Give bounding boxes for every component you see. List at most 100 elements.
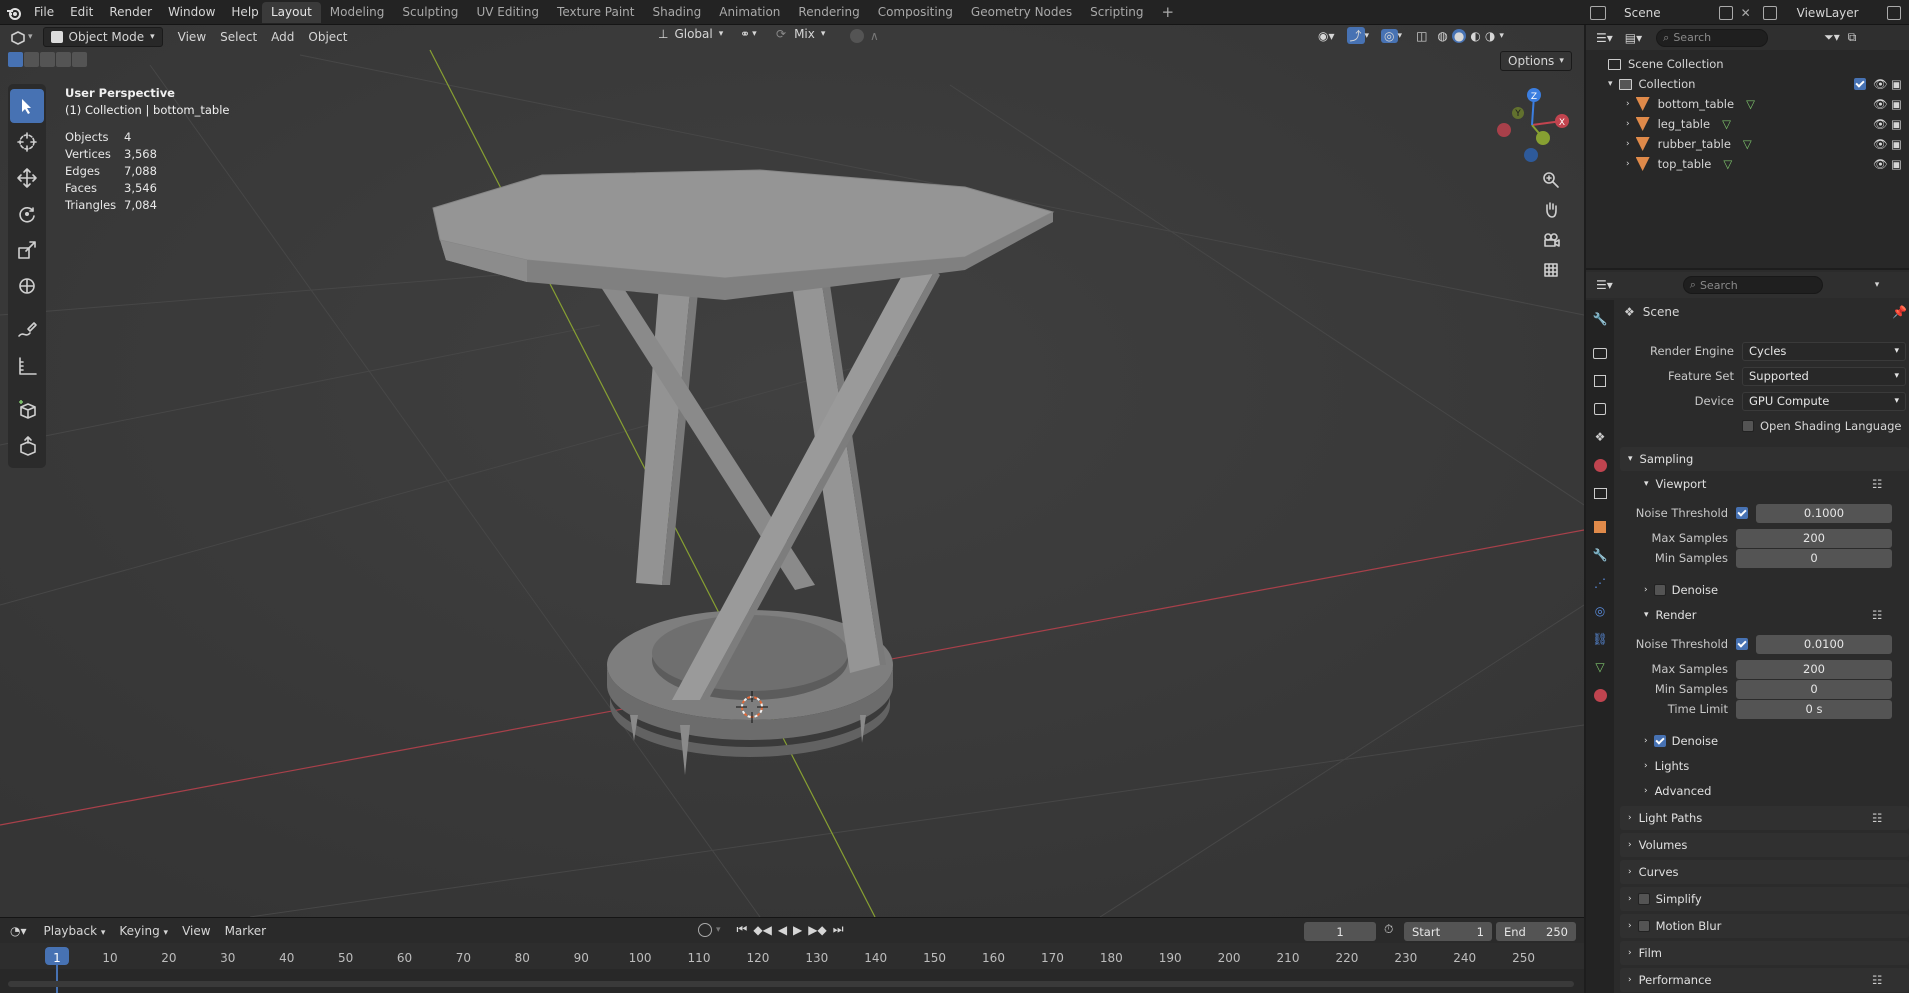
- new-scene-icon[interactable]: [1718, 5, 1733, 20]
- viewport-max-samples-field[interactable]: 200: [1736, 528, 1892, 548]
- device-dropdown[interactable]: GPU Compute ▾: [1742, 391, 1906, 411]
- start-frame-field[interactable]: Start 1: [1404, 922, 1492, 941]
- new-collection-icon[interactable]: ⧉: [1848, 30, 1857, 45]
- simplify-panel-header[interactable]: › Simplify: [1620, 887, 1909, 911]
- tab-uv-editing[interactable]: UV Editing: [467, 2, 548, 23]
- eye-icon[interactable]: 👁: [1873, 97, 1888, 111]
- advanced-subpanel-header[interactable]: › Advanced: [1620, 779, 1909, 803]
- xray-icon[interactable]: ◫: [1416, 29, 1427, 43]
- view-layer-tab-icon[interactable]: [1586, 395, 1614, 423]
- filter-icon[interactable]: ⏷▾: [1824, 30, 1840, 45]
- chevron-right-icon[interactable]: ›: [1626, 159, 1630, 169]
- outliner-object-bottom-table[interactable]: › bottom_table ▽ 👁 ▣: [1586, 94, 1909, 114]
- feature-set-dropdown[interactable]: Supported ▾: [1742, 366, 1906, 386]
- render-subpanel-header[interactable]: ▾ Render ☷: [1620, 603, 1909, 627]
- eye-icon[interactable]: 👁: [1873, 137, 1888, 151]
- presets-list-icon[interactable]: ☷: [1872, 973, 1882, 987]
- end-frame-field[interactable]: End 250: [1496, 922, 1576, 941]
- camera-icon[interactable]: ▣: [1891, 77, 1902, 91]
- proportional-edit-icon[interactable]: ∧: [850, 29, 879, 43]
- mesh-data-icon[interactable]: ▽: [1746, 97, 1755, 111]
- motion-blur-panel-header[interactable]: › Motion Blur: [1620, 914, 1909, 938]
- render-tab-icon[interactable]: [1586, 339, 1614, 367]
- viewport-denoise-header[interactable]: › Denoise: [1620, 578, 1909, 602]
- osl-checkbox[interactable]: [1742, 420, 1754, 432]
- blender-logo-icon[interactable]: [6, 5, 22, 24]
- scene-tab-icon[interactable]: ❖: [1586, 423, 1614, 451]
- eye-icon[interactable]: 👁: [1873, 77, 1888, 91]
- tool-tab-icon[interactable]: 🔧: [1586, 305, 1614, 333]
- gizmo-toggle-icon[interactable]: ⤴: [1346, 27, 1365, 44]
- menu-timeline-view[interactable]: View: [175, 921, 217, 941]
- tab-geometry-nodes[interactable]: Geometry Nodes: [962, 2, 1081, 23]
- camera-icon[interactable]: ▣: [1891, 157, 1902, 171]
- motion-blur-checkbox[interactable]: [1637, 920, 1650, 932]
- viewport-subpanel-header[interactable]: ▾ Viewport ☷: [1620, 472, 1909, 496]
- ortho-grid-icon[interactable]: [1538, 257, 1564, 283]
- view-layer-name[interactable]: ViewLayer: [1797, 6, 1859, 20]
- collection-tab-icon[interactable]: [1586, 479, 1614, 507]
- viewport-noise-threshold-checkbox[interactable]: [1736, 507, 1748, 519]
- camera-icon[interactable]: ▣: [1891, 137, 1902, 151]
- viewport-noise-threshold-field[interactable]: 0.1000: [1756, 503, 1892, 523]
- snap-dropdown[interactable]: ⟳ Mix ▾: [776, 27, 825, 41]
- menu-window[interactable]: Window: [160, 0, 223, 25]
- presets-list-icon[interactable]: ☷: [1872, 477, 1882, 491]
- output-tab-icon[interactable]: [1586, 367, 1614, 395]
- object-tab-icon[interactable]: [1586, 513, 1614, 541]
- render-denoise-checkbox[interactable]: [1653, 735, 1666, 747]
- curves-panel-header[interactable]: › Curves: [1620, 860, 1909, 884]
- prev-keyframe-icon[interactable]: ◆◀: [753, 923, 771, 937]
- add-cube-tool[interactable]: [10, 393, 44, 427]
- light-paths-panel-header[interactable]: › Light Paths ☷: [1620, 806, 1909, 830]
- timeline-editor-icon[interactable]: ◔▾: [10, 924, 27, 938]
- camera-icon[interactable]: ▣: [1891, 97, 1902, 111]
- modifiers-tab-icon[interactable]: 🔧: [1586, 541, 1614, 569]
- overlays-icon[interactable]: ◎: [1381, 28, 1398, 43]
- play-icon[interactable]: ▶: [793, 923, 802, 937]
- view-layer-icon[interactable]: [1762, 5, 1777, 20]
- tab-layout[interactable]: Layout: [262, 2, 321, 23]
- cursor-tool[interactable]: [10, 125, 44, 159]
- outliner-collection[interactable]: ▾ Collection 👁 ▣: [1586, 74, 1909, 94]
- menu-object[interactable]: Object: [301, 27, 354, 47]
- pin-icon[interactable]: 📌: [1892, 305, 1907, 319]
- eye-icon[interactable]: 👁: [1873, 157, 1888, 171]
- annotate-tool[interactable]: [10, 313, 44, 347]
- sampling-panel-header[interactable]: ▾ Sampling: [1620, 447, 1909, 471]
- pan-hand-icon[interactable]: [1538, 197, 1564, 223]
- mesh-data-icon[interactable]: ▽: [1722, 117, 1731, 131]
- jump-start-icon[interactable]: ⏮: [737, 922, 748, 937]
- chevron-down-icon[interactable]: ▾: [1608, 79, 1613, 89]
- chevron-right-icon[interactable]: ›: [1626, 99, 1630, 109]
- measure-tool[interactable]: [10, 349, 44, 383]
- timeline-scrollbar[interactable]: [8, 981, 1574, 987]
- render-engine-dropdown[interactable]: Cycles ▾: [1742, 341, 1906, 361]
- outliner-editor-icon[interactable]: ☰▾: [1596, 31, 1613, 45]
- select-new-icon[interactable]: [8, 52, 23, 67]
- transform-tool[interactable]: [10, 269, 44, 303]
- chevron-right-icon[interactable]: ›: [1626, 139, 1630, 149]
- mesh-data-icon[interactable]: ▽: [1743, 137, 1752, 151]
- new-view-layer-icon[interactable]: [1886, 5, 1901, 20]
- rendered-shading-icon[interactable]: ◑: [1485, 29, 1495, 43]
- render-noise-threshold-checkbox[interactable]: [1736, 638, 1748, 650]
- editor-type-button[interactable]: ▾: [8, 29, 33, 45]
- zoom-icon[interactable]: [1538, 167, 1564, 193]
- constraints-tab-icon[interactable]: ⛓: [1586, 625, 1614, 653]
- transform-orientation-dropdown[interactable]: ⊥ Global ▾: [658, 27, 723, 41]
- tab-animation[interactable]: Animation: [710, 2, 789, 23]
- outliner-search-input[interactable]: ⌕ Search: [1656, 28, 1769, 47]
- render-min-samples-field[interactable]: 0: [1736, 679, 1892, 699]
- menu-add[interactable]: Add: [264, 27, 301, 47]
- render-max-samples-field[interactable]: 200: [1736, 659, 1892, 679]
- time-limit-field[interactable]: 0 s: [1736, 699, 1892, 719]
- visibility-icon[interactable]: ◉▾: [1318, 29, 1335, 43]
- collection-exclude-checkbox[interactable]: [1854, 78, 1866, 90]
- display-mode-icon[interactable]: ▤▾: [1625, 31, 1642, 45]
- data-tab-icon[interactable]: ▽: [1586, 653, 1614, 681]
- record-icon[interactable]: [698, 922, 712, 937]
- menu-keying[interactable]: Keying ▾: [112, 921, 175, 941]
- next-keyframe-icon[interactable]: ▶◆: [808, 923, 826, 937]
- scene-icon[interactable]: [1590, 5, 1606, 20]
